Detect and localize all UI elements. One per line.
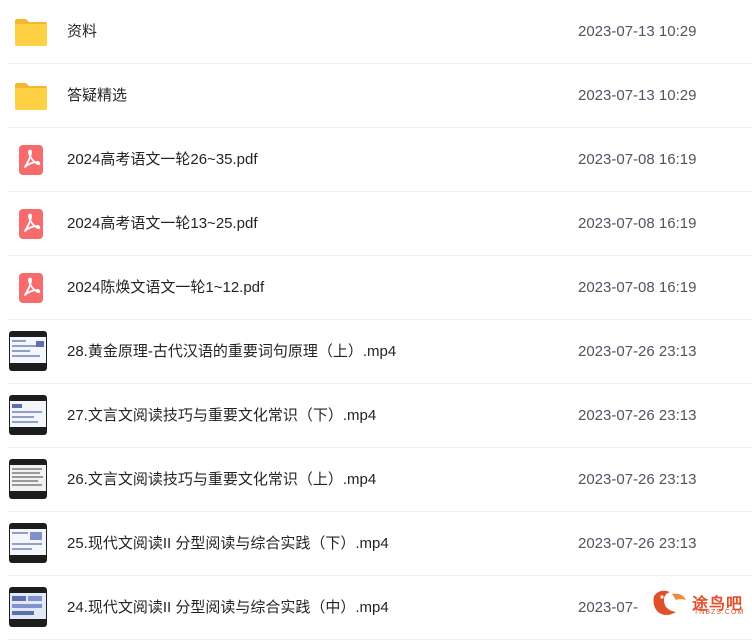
file-row[interactable]: 资料 2023-07-13 10:29	[8, 0, 752, 64]
video-thumbnail	[9, 459, 47, 499]
file-name[interactable]: 2024陈焕文语文一轮1~12.pdf	[67, 256, 264, 319]
file-name[interactable]: 2024高考语文一轮26~35.pdf	[67, 128, 258, 191]
file-date: 2023-07-08 16:19	[578, 215, 697, 232]
file-date: 2023-07-13 10:29	[578, 23, 697, 40]
file-name[interactable]: 28.黄金原理-古代汉语的重要词句原理（上）.mp4	[67, 320, 396, 383]
folder-icon	[15, 83, 47, 110]
watermark-subtext: TNBZS.COM	[694, 609, 745, 616]
file-date: 2023-07-26 23:13	[578, 343, 697, 360]
file-name[interactable]: 25.现代文阅读II 分型阅读与综合实践（下）.mp4	[67, 512, 389, 575]
file-date: 2023-07-26 23:13	[578, 407, 697, 424]
file-row[interactable]: 2024陈焕文语文一轮1~12.pdf 2023-07-08 16:19	[8, 256, 752, 320]
video-thumbnail	[9, 395, 47, 435]
file-row[interactable]: 28.黄金原理-古代汉语的重要词句原理（上）.mp4 2023-07-26 23…	[8, 320, 752, 384]
file-row[interactable]: 2024高考语文一轮26~35.pdf 2023-07-08 16:19	[8, 128, 752, 192]
file-name[interactable]: 2024高考语文一轮13~25.pdf	[67, 192, 258, 255]
file-row[interactable]: 26.文言文阅读技巧与重要文化常识（上）.mp4 2023-07-26 23:1…	[8, 448, 752, 512]
file-date: 2023-07-08 16:19	[578, 151, 697, 168]
bird-logo-icon	[653, 590, 686, 615]
file-date: 2023-07-13 10:29	[578, 87, 697, 104]
file-name[interactable]: 26.文言文阅读技巧与重要文化常识（上）.mp4	[67, 448, 376, 511]
file-row[interactable]: 2024高考语文一轮13~25.pdf 2023-07-08 16:19	[8, 192, 752, 256]
folder-icon	[15, 19, 47, 46]
pdf-icon	[19, 209, 43, 239]
watermark-logo: 途鸟吧 TNBZS.COM	[648, 584, 752, 622]
video-thumbnail	[9, 523, 47, 563]
file-name[interactable]: 答疑精选	[67, 64, 127, 127]
file-date: 2023-07-26 23:13	[578, 471, 697, 488]
file-date: 2023-07-	[578, 599, 639, 616]
file-row[interactable]: 25.现代文阅读II 分型阅读与综合实践（下）.mp4 2023-07-26 2…	[8, 512, 752, 576]
file-name[interactable]: 资料	[67, 0, 97, 63]
file-row[interactable]: 27.文言文阅读技巧与重要文化常识（下）.mp4 2023-07-26 23:1…	[8, 384, 752, 448]
file-date: 2023-07-26 23:13	[578, 535, 697, 552]
file-list: 资料 2023-07-13 10:29 答疑精选 2023-07-13 10:2…	[0, 0, 752, 640]
pdf-icon	[19, 273, 43, 303]
file-date: 2023-07-08 16:19	[578, 279, 697, 296]
video-thumbnail	[9, 331, 47, 371]
file-row[interactable]: 24.现代文阅读II 分型阅读与综合实践（中）.mp4 2023-07-	[8, 576, 752, 640]
file-name[interactable]: 27.文言文阅读技巧与重要文化常识（下）.mp4	[67, 384, 376, 447]
file-name[interactable]: 24.现代文阅读II 分型阅读与综合实践（中）.mp4	[67, 576, 389, 639]
video-thumbnail	[9, 587, 47, 627]
pdf-icon	[19, 145, 43, 175]
file-row[interactable]: 答疑精选 2023-07-13 10:29	[8, 64, 752, 128]
